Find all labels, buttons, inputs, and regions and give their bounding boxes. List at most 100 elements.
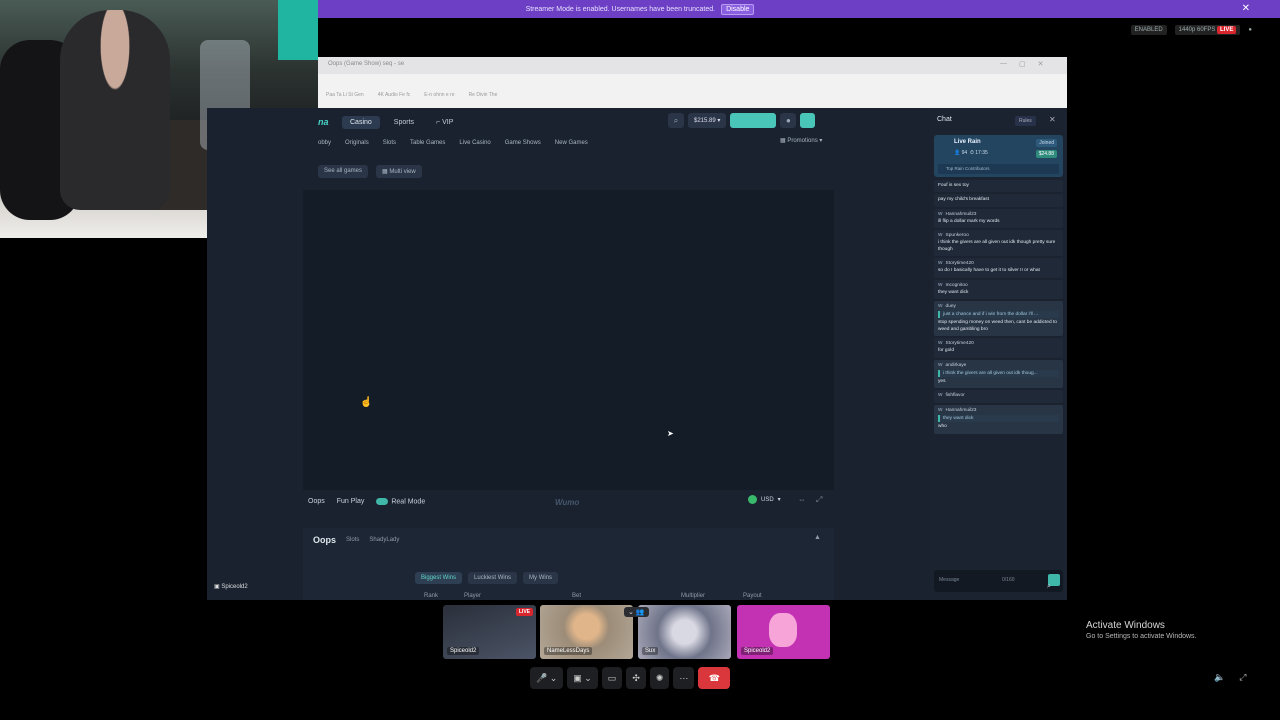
fullscreen-icon[interactable]: ⤢	[816, 495, 822, 505]
participant-tile[interactable]: LIVE Spiceold2	[443, 605, 536, 659]
disable-streamer-mode-button[interactable]: Disable	[721, 3, 755, 15]
tag-slots[interactable]: Slots	[346, 537, 359, 543]
bookmark-item[interactable]: Paa Ta Li St Gen	[326, 92, 364, 102]
activity-icon[interactable]: ✺	[649, 667, 670, 689]
collapse-icon[interactable]: ▲	[814, 534, 821, 541]
chat-username[interactable]: Storytime420	[938, 261, 1059, 266]
chat-input[interactable]: Message 0/160	[934, 570, 1063, 592]
top-nav: na Casino Sports ⌐ VIP	[318, 112, 930, 132]
user-icon[interactable]: ●	[780, 113, 797, 128]
chat-message: duey just a chance and if i win from the …	[934, 301, 1063, 337]
search-icon[interactable]: ⌕	[668, 113, 684, 128]
col-rank: Rank	[424, 593, 439, 599]
chat-username[interactable]: Spunkeroo	[938, 233, 1059, 238]
chat-message: Fouf is sex toy	[934, 180, 1063, 193]
multi-view-button[interactable]: ▦ Multi view	[376, 165, 422, 178]
chat-bubble-icon[interactable]: ●	[1248, 27, 1252, 33]
chat-username[interactable]: duey	[938, 304, 1059, 309]
volume-icon[interactable]: 🔈	[1214, 672, 1225, 683]
zoom-icon[interactable]: ⌕	[1047, 583, 1051, 591]
bookmark-item[interactable]: 4K Audio Fe fc	[378, 92, 411, 102]
screen-share-icon[interactable]: ▭	[601, 667, 623, 689]
tab-sports[interactable]: Sports	[386, 116, 422, 129]
browser-tab[interactable]: Oops (Game Show) seq - se	[318, 57, 1067, 74]
chat-username[interactable]: fishflavor	[938, 393, 1059, 398]
rules-button[interactable]: Rules	[1015, 116, 1036, 126]
call-controls: 🎤 ⌄ ▣ ⌄ ▭ ✣ ✺ ⋯ ☎	[530, 667, 731, 689]
tile-options-icon[interactable]: ⌄ 👥	[624, 607, 649, 617]
more-icon[interactable]: ⋯	[673, 667, 695, 689]
subnav-new-games[interactable]: New Games	[555, 140, 588, 146]
chat-text: stop spending money on weed then, cant b…	[938, 320, 1057, 332]
subnav-slots[interactable]: Slots	[383, 140, 396, 146]
banner-text: Streamer Mode is enabled. Usernames have…	[525, 5, 716, 13]
close-icon[interactable]: ✕	[1049, 115, 1056, 124]
promotions-dropdown[interactable]: ▦ Promotions ▾	[780, 137, 822, 144]
chat-username[interactable]: Storytime420	[938, 341, 1059, 346]
participant-tile[interactable]: Spiceold2	[737, 605, 830, 659]
chat-username[interactable]: Hannahmuil23	[938, 212, 1059, 217]
tab-casino[interactable]: Casino	[342, 115, 380, 129]
rain-joined-button[interactable]: Joined	[1036, 139, 1057, 147]
subnav-table-games[interactable]: Table Games	[410, 140, 445, 146]
fun-play-option[interactable]: Fun Play	[337, 498, 365, 505]
chat-text: for gold	[938, 348, 954, 354]
chat-username[interactable]: Hannahmuil23	[938, 408, 1059, 413]
theatre-icon[interactable]: ⇔	[798, 495, 806, 505]
game-frame[interactable]	[303, 190, 834, 490]
mic-icon[interactable]: 🎤 ⌄	[530, 667, 564, 689]
real-mode-toggle[interactable]: Real Mode	[376, 497, 425, 505]
panel-title: Oops	[313, 535, 337, 545]
participant-tile[interactable]: NameLessDays	[540, 605, 633, 659]
bookmark-item[interactable]: Re Divin The	[469, 92, 498, 102]
chat-message: Storytime420 for gold	[934, 338, 1063, 358]
tag-provider[interactable]: ShadyLady	[369, 537, 399, 543]
currency-selector[interactable]: USD ▾	[748, 495, 781, 504]
participant-tile[interactable]: ⌄ 👥 Sux	[624, 605, 731, 659]
tab-my-wins[interactable]: My Wins	[523, 572, 559, 584]
game-view-controls: ⇔ ⤢	[798, 495, 822, 505]
chat-message: Incognitoothey want dick	[934, 279, 1063, 300]
bookmarks-bar: Paa Ta Li St Gen 4K Audio Fe fc E-n ohnn…	[318, 90, 1067, 104]
col-multiplier: Multiplier	[681, 593, 706, 599]
subnav-live-casino[interactable]: Live Casino	[459, 140, 490, 146]
deposit-button[interactable]	[730, 113, 777, 128]
chat-message: pay my child's breakfast	[934, 194, 1063, 207]
chat-text: yes	[938, 378, 946, 384]
chat-username[interactable]: Incognitoo	[938, 283, 1059, 288]
address-bar[interactable]	[318, 74, 1067, 90]
subnav-originals[interactable]: Originals	[345, 140, 369, 146]
see-all-games-button[interactable]: See all games	[318, 165, 369, 178]
tab-luckiest-wins[interactable]: Luckiest Wins	[468, 572, 518, 584]
subnav-lobby[interactable]: obby	[318, 140, 331, 146]
live-badge: LIVE	[1217, 26, 1237, 34]
avatar	[769, 613, 797, 647]
chat-text: ill flip a dollar mark my words	[938, 218, 1000, 224]
camera-icon[interactable]: ▣ ⌄	[567, 667, 598, 689]
chat-username[interactable]: andirkaye	[938, 363, 1059, 368]
tab-vip[interactable]: ⌐ VIP	[428, 116, 461, 129]
chat-text: who	[938, 424, 947, 430]
bookmark-item[interactable]: E-n ohnn e re	[424, 92, 454, 102]
minimize-icon[interactable]: —	[1000, 60, 1007, 68]
balance-display[interactable]: $215.89 ▾	[688, 113, 727, 128]
chat-text: pay my child's breakfast	[938, 197, 990, 203]
quality-badge: 1440p 60FPS LIVE	[1174, 25, 1241, 35]
live-badge: LIVE	[515, 608, 533, 616]
end-call-icon[interactable]: ☎	[698, 667, 731, 689]
streamer-label: ▣ Spiceold2	[214, 584, 248, 590]
maximize-icon[interactable]: ▢	[1019, 60, 1026, 68]
fullscreen-icon[interactable]: ⤢	[1239, 672, 1246, 683]
close-icon[interactable]: ✕	[1038, 60, 1044, 68]
chat-toggle-button[interactable]	[800, 113, 816, 128]
live-rain-card: Live Rain 👤 94 ⏱ 17:35 Joined $24.88 Top…	[934, 135, 1063, 177]
rain-contributors[interactable]: Top Rain Contributors	[938, 164, 1059, 174]
close-icon[interactable]: ✕	[1242, 3, 1250, 14]
site-logo[interactable]: na	[318, 117, 336, 127]
game-title: Oops	[308, 498, 325, 505]
subnav-game-shows[interactable]: Game Shows	[505, 140, 541, 146]
chat-message: Hannahmuil23 they want dickwho	[934, 405, 1063, 434]
apps-icon[interactable]: ✣	[626, 667, 646, 689]
col-payout: Payout	[743, 593, 762, 599]
tab-biggest-wins[interactable]: Biggest Wins	[415, 572, 463, 584]
